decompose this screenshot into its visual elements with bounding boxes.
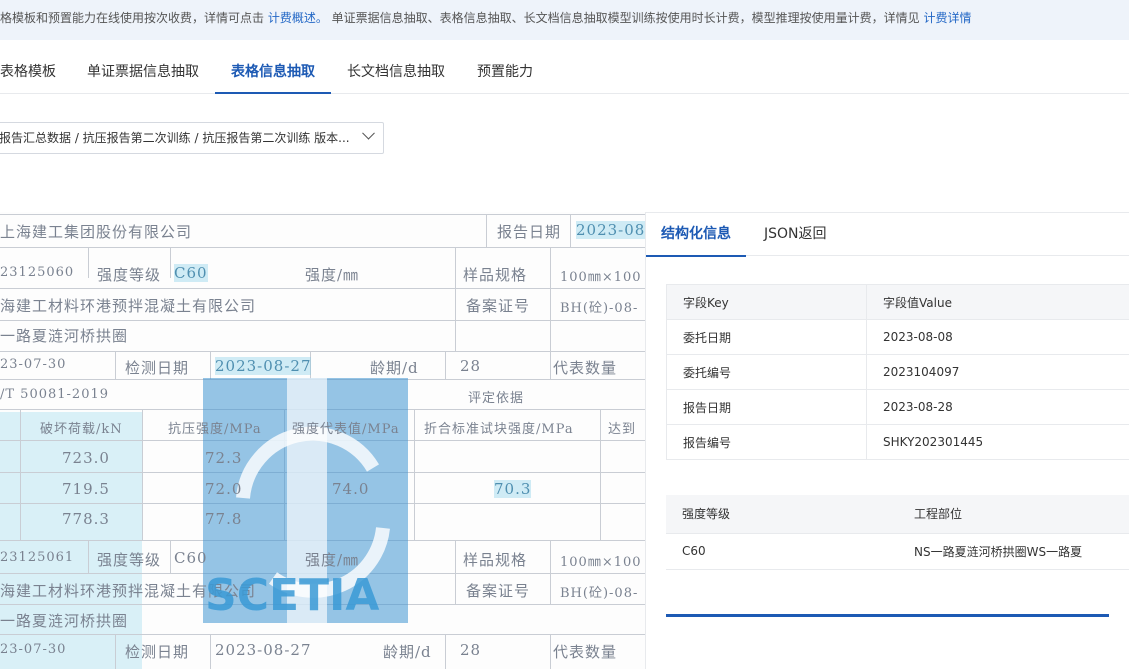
table-cell: NS一路夏涟河桥拱圈WS一路夏 bbox=[898, 533, 1129, 570]
doc-text: 70.3 bbox=[494, 480, 532, 498]
doc-text: 100㎜×100 bbox=[560, 270, 642, 285]
version-selector[interactable]: 报告汇总数据 / 抗压报告第二次训练 / 抗压报告第二次训练 版本... bbox=[0, 122, 384, 154]
selector-value: 报告汇总数据 / 抗压报告第二次训练 / 抗压报告第二次训练 版本... bbox=[0, 131, 350, 145]
doc-text: 备案证号 bbox=[466, 297, 531, 315]
doc-text: 检测日期 bbox=[125, 359, 190, 377]
field-key: 报告日期 bbox=[666, 389, 867, 425]
doc-text: 28 bbox=[460, 641, 482, 659]
column-header: 工程部位 bbox=[898, 495, 1129, 534]
doc-text: 评定依据 bbox=[468, 391, 525, 406]
doc-text: BH(砼)-08- bbox=[560, 586, 639, 601]
watermark-text: SCETIA bbox=[205, 570, 380, 621]
doc-text: 强度等级 bbox=[97, 551, 162, 569]
kv-table: 字段Key 字段值Value 委托日期 2023-08-08 委托编号 2023… bbox=[666, 284, 1129, 460]
field-value: SHKY202301445 bbox=[866, 424, 1129, 460]
doc-text: 一路夏涟河桥拱圈 bbox=[0, 327, 129, 345]
kv-header-value: 字段值Value bbox=[866, 284, 1129, 320]
doc-text: 破坏荷载/kN bbox=[40, 422, 123, 437]
field-key: 委托编号 bbox=[666, 354, 867, 390]
doc-text: 检测日期 bbox=[125, 643, 190, 661]
doc-text: 77.8 bbox=[205, 510, 243, 528]
doc-text: 强度等级 bbox=[97, 266, 162, 284]
doc-text: /T 50081-2019 bbox=[0, 387, 110, 402]
main-tabs: 表格模板 单证票据信息抽取 表格信息抽取 长文档信息抽取 预置能力 bbox=[0, 52, 1129, 94]
document-preview: 上海建工集团股份有限公司 报告日期 2023-08 23125060 强度等级 … bbox=[0, 212, 645, 669]
table-cell: C60 bbox=[666, 533, 898, 570]
doc-text: 23-07-30 bbox=[0, 642, 67, 657]
field-value: 2023-08-28 bbox=[866, 389, 1129, 425]
field-value: 2023104097 bbox=[866, 354, 1129, 390]
tab-table-template[interactable]: 表格模板 bbox=[0, 52, 56, 94]
doc-text: 2023-08-27 bbox=[215, 641, 312, 659]
doc-text: 74.0 bbox=[332, 480, 370, 498]
billing-overview-link[interactable]: 计费概述。 bbox=[268, 11, 328, 25]
horizontal-scrollbar[interactable] bbox=[666, 614, 1109, 617]
chevron-down-icon bbox=[362, 126, 375, 140]
notice-text: 格模板和预置能力在线使用按次收费，详情可点击 bbox=[0, 11, 268, 25]
table-row: C60 NS一路夏涟河桥拱圈WS一路夏 bbox=[666, 533, 1129, 570]
doc-text: 强度代表值/MPa bbox=[292, 422, 400, 437]
doc-text: 28 bbox=[460, 357, 482, 375]
doc-text: 备案证号 bbox=[466, 582, 531, 600]
tab-json-return[interactable]: JSON返回 bbox=[764, 213, 827, 257]
doc-text: 723.0 bbox=[62, 449, 110, 467]
doc-text: 上海建工集团股份有限公司 bbox=[0, 223, 193, 241]
result-panel: 结构化信息 JSON返回 字段Key 字段值Value 委托日期 2023-08… bbox=[645, 212, 1129, 669]
tab-table-extraction[interactable]: 表格信息抽取 bbox=[215, 52, 331, 94]
doc-text: C60 bbox=[174, 549, 208, 567]
tab-long-doc-extraction[interactable]: 长文档信息抽取 bbox=[347, 52, 445, 94]
doc-text: 2023-08-27 bbox=[215, 357, 312, 375]
doc-text: 报告日期 bbox=[497, 223, 562, 241]
extracted-table: 强度等级 工程部位 C60 NS一路夏涟河桥拱圈WS一路夏 bbox=[666, 495, 1129, 570]
result-tabs: 结构化信息 JSON返回 bbox=[646, 212, 1129, 257]
doc-text: 强度/㎜ bbox=[305, 551, 360, 569]
table-row: 报告编号 SHKY202301445 bbox=[666, 424, 1129, 460]
column-header: 强度等级 bbox=[666, 495, 898, 534]
doc-text: 代表数量 bbox=[553, 359, 618, 377]
doc-text: 719.5 bbox=[62, 480, 110, 498]
billing-notice: 格模板和预置能力在线使用按次收费，详情可点击 计费概述。 单证票据信息抽取、表格… bbox=[0, 0, 1129, 40]
doc-text: 23-07-30 bbox=[0, 357, 67, 372]
doc-text: 折合标准试块强度/MPa bbox=[424, 422, 574, 437]
doc-text: 样品规格 bbox=[463, 266, 528, 284]
field-key: 报告编号 bbox=[666, 424, 867, 460]
doc-text: 海建工材料环港预拌混凝土有限公司 bbox=[0, 297, 257, 315]
doc-text: 龄期/d bbox=[370, 359, 419, 377]
doc-text: 72.0 bbox=[205, 480, 243, 498]
doc-text: 强度/㎜ bbox=[305, 266, 360, 284]
table-row: 委托编号 2023104097 bbox=[666, 354, 1129, 390]
table-row: 委托日期 2023-08-08 bbox=[666, 319, 1129, 355]
doc-text: C60 bbox=[174, 264, 208, 282]
kv-header-key: 字段Key bbox=[666, 284, 867, 320]
field-value: 2023-08-08 bbox=[866, 319, 1129, 355]
tab-preset-abilities[interactable]: 预置能力 bbox=[477, 52, 533, 94]
doc-text: 龄期/d bbox=[383, 643, 432, 661]
doc-text: 778.3 bbox=[62, 510, 110, 528]
tab-receipt-extraction[interactable]: 单证票据信息抽取 bbox=[87, 52, 199, 94]
tab-structured-info[interactable]: 结构化信息 bbox=[646, 213, 746, 257]
doc-text: 23125060 bbox=[0, 265, 75, 280]
doc-text: 2023-08 bbox=[576, 221, 645, 239]
doc-text: 100㎜×100 bbox=[560, 555, 642, 570]
doc-text: 达到 bbox=[608, 422, 637, 437]
doc-text: 样品规格 bbox=[463, 551, 528, 569]
notice-text-2: 单证票据信息抽取、表格信息抽取、长文档信息抽取模型训练按使用时长计费，模型推理按… bbox=[327, 11, 924, 25]
doc-text: 代表数量 bbox=[553, 643, 618, 661]
field-key: 委托日期 bbox=[666, 319, 867, 355]
billing-details-link[interactable]: 计费详情 bbox=[923, 11, 971, 25]
doc-text: 一路夏涟河桥拱圈 bbox=[0, 612, 129, 630]
doc-text: BH(砼)-08- bbox=[560, 301, 639, 316]
table-row: 报告日期 2023-08-28 bbox=[666, 389, 1129, 425]
doc-text: 抗压强度/MPa bbox=[168, 422, 262, 437]
doc-text: 72.3 bbox=[205, 449, 243, 467]
doc-text: 23125061 bbox=[0, 550, 75, 565]
